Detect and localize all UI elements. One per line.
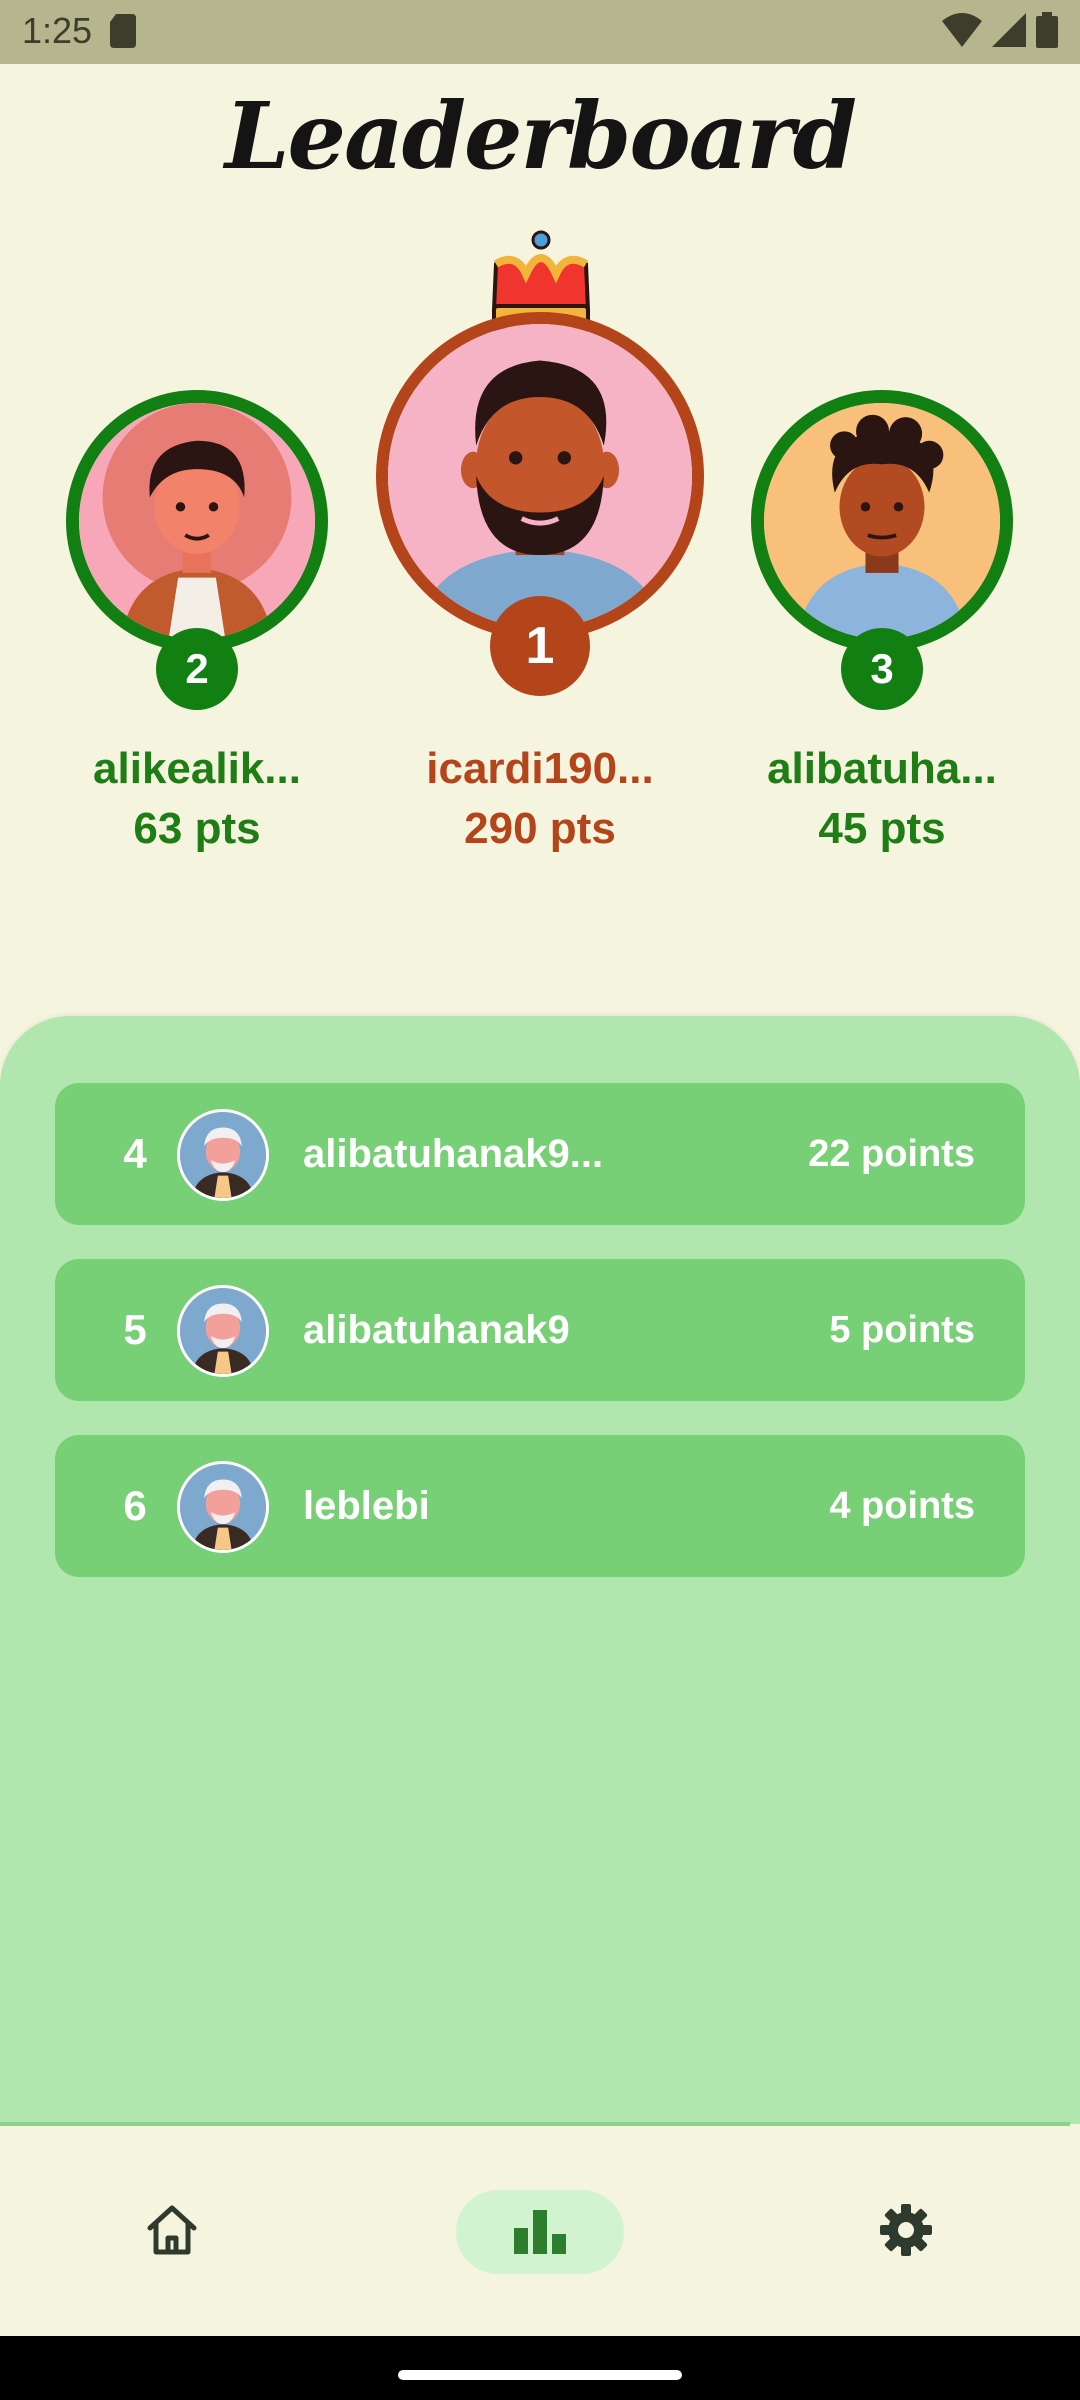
- settings-icon: [878, 2202, 934, 2263]
- status-icons: [942, 12, 1058, 53]
- row-rank: 4: [123, 1130, 147, 1177]
- row-username: alibatuhanak9...: [303, 1132, 604, 1176]
- status-bar: 1:25: [0, 0, 1080, 64]
- row-rank: 5: [123, 1306, 147, 1353]
- podium-name: icardi190...: [426, 744, 654, 793]
- bottom-navigation: [0, 2126, 1080, 2336]
- row-rank: 6: [123, 1482, 147, 1529]
- cellular-icon: [992, 13, 1026, 52]
- battery-icon: [1036, 12, 1058, 53]
- row-points: 4 points: [829, 1485, 975, 1527]
- avatar: [66, 390, 328, 652]
- row-points: 22 points: [808, 1133, 975, 1175]
- status-time: 1:25: [22, 10, 93, 51]
- podium-points: 63 pts: [133, 804, 261, 853]
- nav-home-button[interactable]: [130, 2190, 214, 2274]
- wifi-icon: [942, 13, 982, 52]
- nav-leaderboard-button[interactable]: [456, 2190, 624, 2274]
- rank-badge: 1: [490, 596, 590, 696]
- avatar: [376, 312, 704, 640]
- podium-points: 45 pts: [818, 804, 946, 853]
- rank-badge: 3: [841, 628, 923, 710]
- row-points: 5 points: [829, 1309, 975, 1351]
- home-icon: [144, 2204, 200, 2261]
- list-item[interactable]: 4 alibatuhanak9... 22 points: [55, 1083, 1025, 1225]
- list-item[interactable]: 5 alibatuhanak9 5 points: [55, 1259, 1025, 1401]
- avatar: [751, 390, 1013, 652]
- sd-card-icon: [110, 14, 136, 53]
- rank-badge: 2: [156, 628, 238, 710]
- podium-item-rank-1[interactable]: 1 icardi190... 290 pts: [350, 226, 730, 860]
- row-username: leblebi: [303, 1484, 430, 1528]
- avatar: [177, 1285, 269, 1377]
- row-username: alibatuhanak9: [303, 1308, 570, 1352]
- avatar: [177, 1461, 269, 1553]
- podium-item-rank-3[interactable]: 3 alibatuha... 45 pts: [700, 380, 1080, 860]
- avatar: [177, 1109, 269, 1201]
- list-item[interactable]: 6 leblebi 4 points: [55, 1435, 1025, 1577]
- podium-name: alikealik...: [93, 744, 301, 793]
- podium-item-rank-2[interactable]: 2 alikealik... 63 pts: [0, 380, 380, 860]
- leaderboard-icon: [512, 2206, 568, 2259]
- podium-points: 290 pts: [464, 804, 616, 853]
- home-indicator[interactable]: [398, 2370, 682, 2380]
- page-title: Leaderboard: [224, 82, 857, 190]
- system-navigation-bar: [0, 2336, 1080, 2400]
- nav-settings-button[interactable]: [864, 2190, 948, 2274]
- podium-name: alibatuha...: [767, 744, 997, 793]
